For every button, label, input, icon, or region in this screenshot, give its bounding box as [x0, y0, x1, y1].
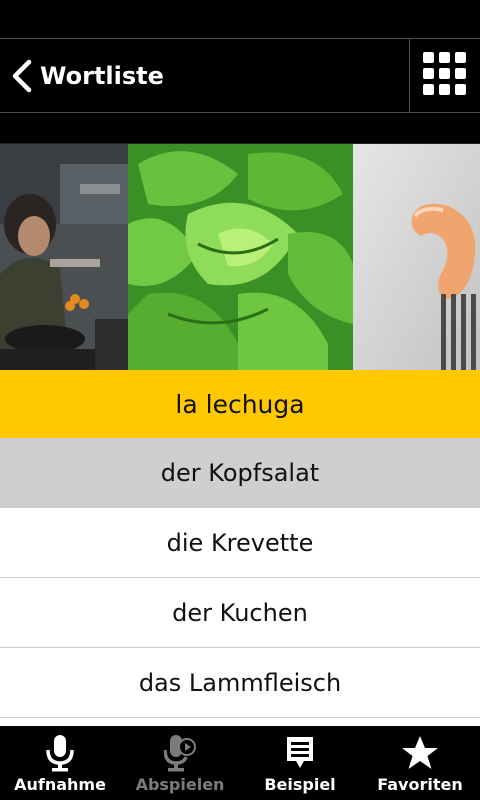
word-list-item[interactable]: das Lammfleisch — [0, 648, 480, 718]
word-list-item-partial[interactable] — [0, 718, 480, 726]
tab-aufnahme[interactable]: Aufnahme — [0, 726, 120, 800]
back-button[interactable]: Wortliste — [0, 39, 300, 112]
gallery-image-shrimp[interactable] — [353, 144, 480, 371]
microphone-icon — [45, 733, 75, 773]
tab-beispiel[interactable]: Beispiel — [240, 726, 360, 800]
grid-icon — [423, 51, 467, 100]
tab-label: Favoriten — [377, 775, 463, 794]
tab-label: Aufnahme — [14, 775, 106, 794]
spacer — [0, 113, 480, 143]
playback-icon — [164, 733, 196, 773]
tab-favoriten[interactable]: Favoriten — [360, 726, 480, 800]
word-list: la lechuga der Kopfsalat die Krevette de… — [0, 370, 480, 726]
speech-bubble-icon — [285, 733, 315, 773]
tab-abspielen[interactable]: Abspielen — [120, 726, 240, 800]
tab-label: Abspielen — [135, 775, 225, 794]
gallery-image-lettuce[interactable] — [128, 144, 353, 371]
chevron-left-icon — [4, 39, 40, 112]
word-list-item[interactable]: die Krevette — [0, 508, 480, 578]
tab-label: Beispiel — [264, 775, 336, 794]
word-list-item-active[interactable]: la lechuga — [0, 370, 480, 438]
header: Wortliste — [0, 38, 480, 113]
bottom-toolbar: Aufnahme Abspielen Beispiel Favoriten — [0, 726, 480, 800]
image-gallery[interactable] — [0, 143, 480, 371]
word-list-item[interactable]: der Kuchen — [0, 578, 480, 648]
status-bar — [0, 0, 480, 38]
page-title: Wortliste — [40, 61, 164, 90]
grid-menu-button[interactable] — [409, 39, 480, 112]
gallery-image-cooking[interactable] — [0, 144, 128, 371]
star-icon — [401, 733, 439, 773]
word-list-item-selected[interactable]: der Kopfsalat — [0, 438, 480, 508]
